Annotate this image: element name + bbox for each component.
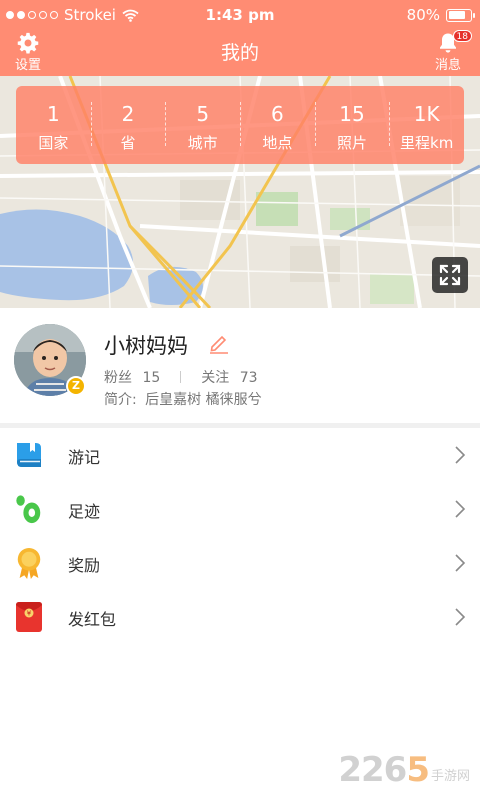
expand-icon	[439, 264, 461, 286]
chevron-right-icon	[455, 608, 466, 626]
watermark-logo: 2265	[338, 750, 430, 790]
following-label: 关注	[201, 370, 230, 386]
stat-value: 1K	[413, 102, 440, 126]
footprint-icon	[16, 495, 41, 524]
stat-label: 国家	[38, 134, 69, 152]
battery-percent: 80%	[406, 6, 440, 24]
intro-text: 后皇嘉树 橘徕服兮	[145, 392, 262, 408]
avatar-level-badge: Z	[66, 376, 86, 396]
following-count: 73	[239, 370, 258, 386]
stat-label: 里程km	[400, 134, 454, 152]
footprint-map[interactable]: 1 国家 2 省 5 城市 6 地点 15 照片 1K 里程km	[0, 76, 480, 308]
messages-label: 消息	[434, 58, 461, 73]
stat-label: 地点	[262, 134, 293, 152]
stat-item: 2省	[90, 86, 166, 164]
chevron-right-icon	[455, 500, 466, 518]
header-bar: Strokei 1:43 pm 80% 设置 我的 18 消息	[0, 0, 480, 76]
red-envelope-icon: ¥	[16, 602, 42, 632]
menu-label-red-envelope: 发红包	[68, 610, 117, 629]
stat-label: 城市	[187, 134, 218, 152]
profile-intro: 简介: 后皇嘉树 橘徕服兮	[104, 389, 262, 409]
menu-label-travelogue: 游记	[68, 448, 101, 467]
stat-item: 6 地点	[240, 86, 315, 164]
menu-label-footprint: 足迹	[68, 502, 101, 521]
stat-label: 省	[120, 134, 136, 152]
chevron-right-icon	[455, 446, 466, 464]
menu-item-footprint[interactable]: 足迹	[0, 482, 480, 536]
stat-value: 15	[339, 102, 365, 126]
stat-item: 15 照片	[314, 86, 390, 164]
menu-list: 游记 足迹 奖励 ¥ 发红包	[0, 428, 480, 644]
watermark-text: 手游网	[430, 769, 470, 784]
fans-label: 粉丝	[104, 370, 132, 386]
page-title: 我的	[220, 42, 259, 64]
status-bar: Strokei 1:43 pm 80%	[0, 0, 480, 30]
stat-value: 6	[270, 102, 284, 126]
fans-count: 15	[142, 370, 161, 386]
menu-item-red-envelope[interactable]: ¥ 发红包	[0, 590, 480, 644]
svg-text:¥: ¥	[27, 610, 32, 618]
stat-value: 2	[121, 102, 135, 126]
battery-icon	[446, 8, 475, 22]
follow-stats: 粉丝 15 关注 73	[104, 367, 258, 387]
stat-item: 1 国家	[16, 86, 91, 164]
following-stat[interactable]: 关注 73	[201, 367, 257, 387]
stat-item: 5 城市	[165, 86, 240, 164]
book-icon	[17, 443, 41, 467]
profile-section: Z 小树妈妈 粉丝 15 关注 73 简介: 后皇嘉树 橘徕服兮	[0, 308, 480, 423]
stat-label: 照片	[337, 134, 368, 152]
chevron-right-icon	[455, 554, 466, 572]
menu-item-rewards[interactable]: 奖励	[0, 536, 480, 590]
stat-value: 1	[46, 102, 60, 126]
menu-item-travelogue[interactable]: 游记	[0, 428, 480, 482]
fans-stat[interactable]: 粉丝 15	[104, 367, 160, 387]
site-watermark: 2265 手游网	[338, 750, 470, 790]
stat-value: 5	[196, 102, 210, 126]
medal-icon	[17, 548, 41, 579]
edit-profile-icon[interactable]	[208, 332, 230, 354]
stat-divider	[180, 371, 182, 383]
stat-item: 1K 里程km	[389, 86, 464, 164]
intro-label: 简介:	[104, 392, 137, 408]
messages-button[interactable]: 18 消息	[428, 30, 472, 73]
expand-map-button[interactable]	[432, 257, 468, 293]
travel-stats-panel: 1 国家 2 省 5 城市 6 地点 15 照片 1K 里程km	[16, 86, 464, 164]
messages-badge: 18	[452, 30, 472, 42]
menu-label-rewards: 奖励	[68, 556, 101, 575]
profile-name: 小树妈妈	[104, 334, 188, 358]
